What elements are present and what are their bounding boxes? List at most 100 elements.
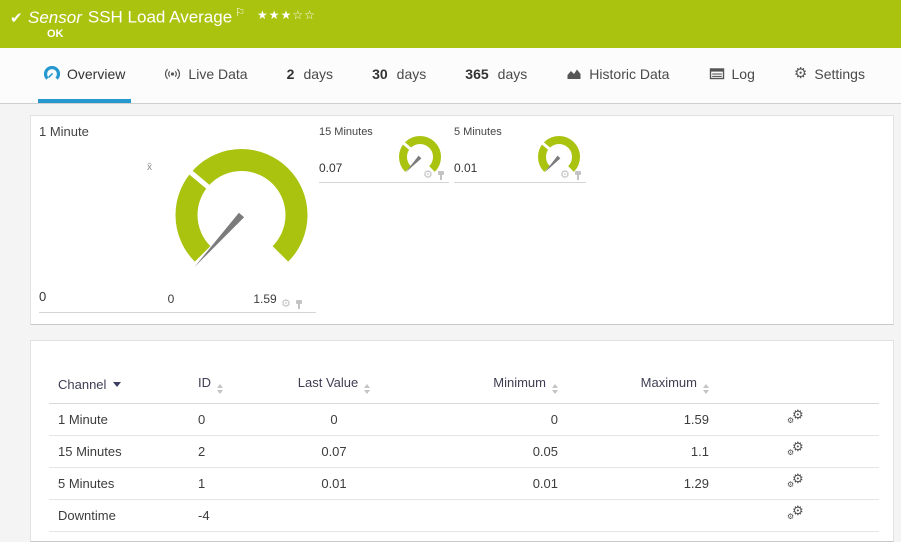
tab-log[interactable]: Log xyxy=(703,48,761,103)
channel-table-header-row: Channel ID Last Value Minimum Maximum xyxy=(49,369,879,404)
prtg-sensor-page: ✔ Sensor SSH Load Average ⚐ ★★★☆☆ OK Overvi… xyxy=(0,0,901,542)
tab-label: days xyxy=(303,65,334,82)
tab-number: 365 xyxy=(465,65,489,82)
column-label: Minimum xyxy=(493,375,546,390)
gauge-1min-scale-min: 0 xyxy=(167,292,175,306)
tab-label: Settings xyxy=(814,65,865,82)
cell-channel[interactable]: 5 Minutes xyxy=(49,467,189,500)
tab-strip: Overview Live Data 2 days 30 days 365 da… xyxy=(0,48,901,104)
channel-settings-icon[interactable]: ⚙ ⚙ xyxy=(787,472,805,490)
tab-2-days[interactable]: 2 days xyxy=(281,48,339,103)
cell-id: 0 xyxy=(189,403,279,436)
tab-label: Overview xyxy=(67,65,126,82)
channel-table: Channel ID Last Value Minimum Maximum 1 … xyxy=(49,369,879,532)
sort-icon xyxy=(552,384,558,394)
column-header-maximum[interactable]: Maximum xyxy=(564,369,715,404)
channel-settings-icon[interactable]: ⚙ ⚙ xyxy=(787,440,805,458)
sensor-title: Sensor SSH Load Average ⚐ ★★★☆☆ xyxy=(28,6,316,28)
gauge-15min-divider xyxy=(319,182,449,183)
cell-maximum: 1.59 xyxy=(564,403,715,436)
column-label: Maximum xyxy=(640,375,697,390)
tab-label: Log xyxy=(731,65,755,82)
gauge-pin-icon[interactable] xyxy=(574,171,582,181)
cell-id: 2 xyxy=(189,435,279,468)
live-data-icon xyxy=(165,68,181,79)
gauge-5min-value: 0.01 xyxy=(454,161,478,175)
settings-gear-icon: ⚙ xyxy=(793,65,808,82)
gauge-15min-actions: ⚙ xyxy=(423,170,445,181)
gauge-1min-value: 0 xyxy=(39,289,47,304)
tab-number: 2 xyxy=(286,65,295,82)
gauge-settings-icon[interactable]: ⚙ xyxy=(560,170,570,181)
cell-minimum: 0.05 xyxy=(389,435,564,468)
gauge-5min-divider xyxy=(454,182,586,183)
cell-last-value: 0 xyxy=(279,403,389,436)
sensor-kind-label: Sensor xyxy=(28,7,82,27)
gauge-pin-icon[interactable] xyxy=(437,171,445,181)
cell-minimum: 0.01 xyxy=(389,467,564,500)
channel-settings-icon[interactable]: ⚙ ⚙ xyxy=(787,408,805,426)
gauge-15min-value: 0.07 xyxy=(319,161,343,175)
column-label: Last Value xyxy=(297,375,359,390)
sort-icon xyxy=(703,384,709,394)
table-row: Downtime -4 ⚙ ⚙ xyxy=(49,499,879,532)
gauge-1min-actions: ⚙ xyxy=(281,299,303,310)
gauge-1min-divider xyxy=(39,312,316,313)
column-header-id[interactable]: ID xyxy=(189,369,279,404)
log-list-icon xyxy=(709,68,724,80)
gauge-1min-scale-max: 1.59 xyxy=(253,292,277,306)
gauge-1min-dial xyxy=(175,149,308,267)
column-header-channel[interactable]: Channel xyxy=(49,369,189,404)
tab-label: days xyxy=(396,65,427,82)
tab-number: 30 xyxy=(372,65,388,82)
area-chart-icon xyxy=(567,69,581,79)
cell-minimum xyxy=(389,499,564,532)
channel-settings-icon[interactable]: ⚙ ⚙ xyxy=(787,504,805,522)
cell-last-value xyxy=(279,499,389,532)
column-header-minimum[interactable]: Minimum xyxy=(389,369,564,404)
flag-icon[interactable]: ⚐ xyxy=(235,7,245,19)
channels-panel: Channel ID Last Value Minimum Maximum 1 … xyxy=(30,340,894,542)
sensor-status-bar: ✔ Sensor SSH Load Average ⚐ ★★★☆☆ OK xyxy=(0,0,901,48)
cell-minimum: 0 xyxy=(389,403,564,436)
gauge-5min-actions: ⚙ xyxy=(560,170,582,181)
sensor-name: SSH Load Average xyxy=(87,7,233,27)
priority-stars[interactable]: ★★★☆☆ xyxy=(257,8,316,22)
tab-overview[interactable]: Overview xyxy=(38,48,132,103)
table-row: 15 Minutes 2 0.07 0.05 1.1 ⚙ ⚙ xyxy=(49,435,879,468)
cell-last-value: 0.07 xyxy=(279,435,389,468)
gauge-1min-average-marker: x̄ xyxy=(147,162,152,173)
gauge-1min-label: 1 Minute xyxy=(39,124,89,139)
gauge-settings-icon[interactable]: ⚙ xyxy=(281,299,291,310)
cell-maximum: 1.29 xyxy=(564,467,715,500)
cell-channel[interactable]: Downtime xyxy=(49,499,189,532)
gauge-settings-icon[interactable]: ⚙ xyxy=(423,170,433,181)
tab-settings[interactable]: ⚙ Settings xyxy=(788,48,871,103)
tab-live-data[interactable]: Live Data xyxy=(158,48,253,103)
sort-desc-icon xyxy=(113,382,122,387)
sort-icon xyxy=(364,384,371,394)
column-header-last-value[interactable]: Last Value xyxy=(279,369,389,404)
cell-id: -4 xyxy=(189,499,279,532)
cell-maximum xyxy=(564,499,715,532)
cell-id: 1 xyxy=(189,467,279,500)
tab-30-days[interactable]: 30 days xyxy=(366,48,432,103)
table-row: 1 Minute 0 0 0 1.59 ⚙ ⚙ xyxy=(49,403,879,436)
column-header-actions xyxy=(715,369,879,404)
tab-historic-data[interactable]: Historic Data xyxy=(560,48,675,103)
status-ok-check-icon: ✔ xyxy=(10,10,23,27)
tab-365-days[interactable]: 365 days xyxy=(459,48,533,103)
gauge-5min-label: 5 Minutes xyxy=(454,126,502,138)
cell-maximum: 1.1 xyxy=(564,435,715,468)
cell-channel[interactable]: 15 Minutes xyxy=(49,435,189,468)
sensor-status-text: OK xyxy=(47,28,64,40)
gauges-panel: 1 Minute x̄ 0 1.59 0 ⚙ 15 Minutes 0.07 ⚙ xyxy=(30,115,894,325)
cell-channel[interactable]: 1 Minute xyxy=(49,403,189,436)
column-label: ID xyxy=(198,375,211,390)
gauge-pin-icon[interactable] xyxy=(295,300,303,310)
tab-label: days xyxy=(497,65,528,82)
table-row: 5 Minutes 1 0.01 0.01 1.29 ⚙ ⚙ xyxy=(49,467,879,500)
column-label: Channel xyxy=(58,377,107,392)
gauge-icon xyxy=(44,65,60,80)
tab-label: Historic Data xyxy=(589,65,670,82)
